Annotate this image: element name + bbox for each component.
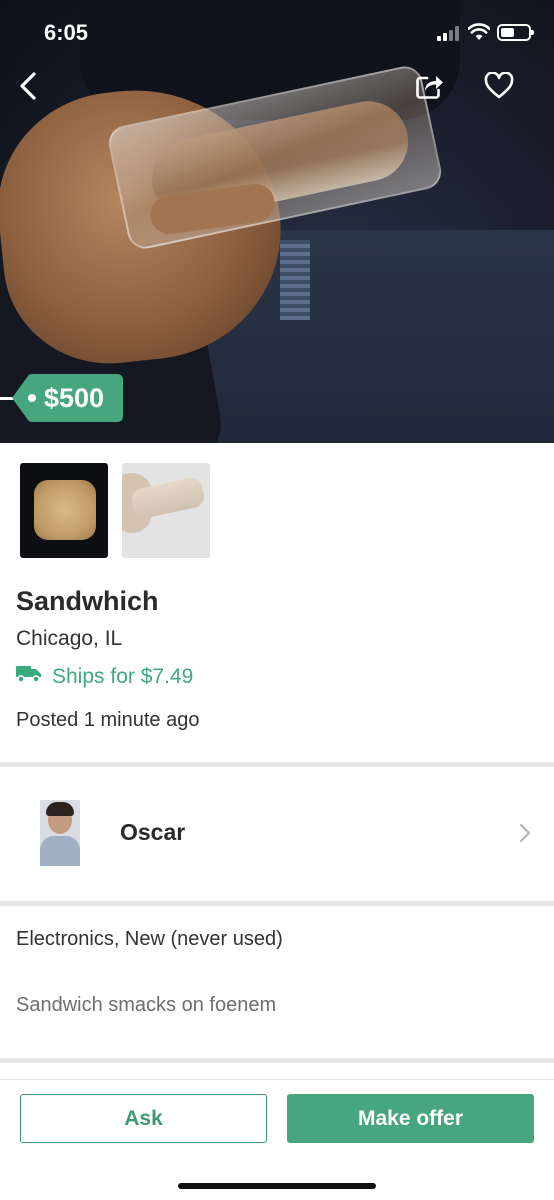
item-description: Sandwich smacks on foenem [16,994,277,1016]
battery-icon [497,24,534,41]
thumbnail-1[interactable] [20,463,108,558]
favorite-button[interactable] [479,68,519,108]
photo-thumbnails [20,463,210,558]
seller-name: Oscar [120,819,186,845]
shipping-text: Ships for $7.49 [52,665,194,688]
back-button[interactable] [8,68,48,108]
shipping-info: Ships for $7.49 [16,664,193,690]
heart-icon [484,71,514,104]
share-icon [415,72,445,105]
status-time: 6:05 [44,20,89,45]
price-label: $500 [44,383,105,413]
ask-button[interactable]: Ask [20,1094,267,1143]
cellular-signal-icon [437,26,461,41]
share-button[interactable] [410,68,450,108]
action-bar: Ask Make offer [0,1079,554,1200]
posted-time: Posted 1 minute ago [16,709,200,731]
chevron-right-icon [519,823,531,848]
make-offer-button[interactable]: Make offer [287,1094,534,1143]
avatar [40,800,80,866]
item-location: Chicago, IL [16,627,123,650]
section-divider [0,762,554,767]
section-divider [0,1058,554,1063]
wifi-icon [467,23,491,41]
section-divider [0,901,554,906]
item-condition: Electronics, New (never used) [16,928,283,950]
thumbnail-2[interactable] [122,463,210,558]
chevron-left-icon [17,71,39,106]
home-indicator[interactable] [178,1183,376,1189]
truck-icon [16,664,42,690]
item-title: Sandwhich [16,586,159,616]
seller-row[interactable]: Oscar [0,769,554,901]
photo-detail [280,240,310,320]
status-bar: 6:05 [0,0,554,66]
